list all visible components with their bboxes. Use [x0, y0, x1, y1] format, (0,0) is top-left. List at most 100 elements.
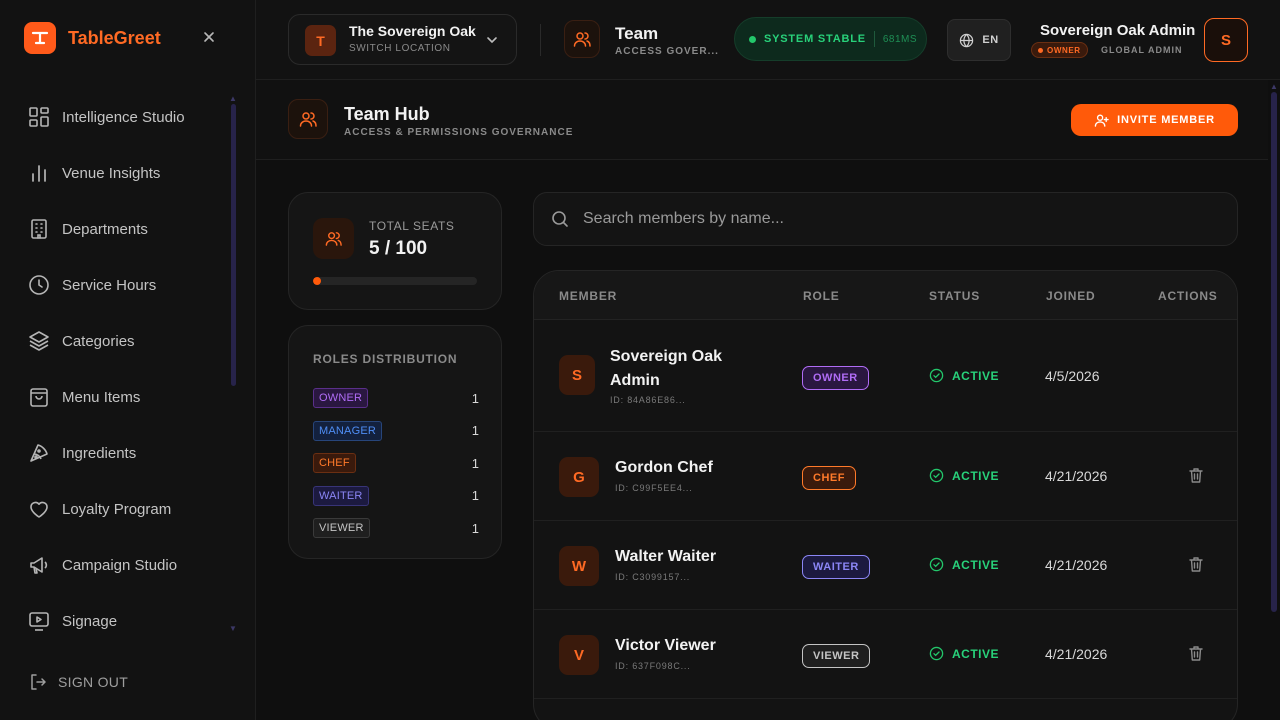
scroll-up-arrow-icon[interactable]: ▲	[229, 94, 237, 103]
sidebar-item-label: Service Hours	[62, 276, 157, 294]
topbar: T The Sovereign Oak SWITCH LOCATION Team…	[256, 0, 1280, 80]
main-scrollbar[interactable]	[1271, 92, 1277, 612]
role-tag: OWNER	[313, 388, 369, 409]
seats-progress-fill	[313, 277, 322, 285]
location-switch-label: SWITCH LOCATION	[349, 43, 451, 54]
sidebar-item-loyalty-program[interactable]: Loyalty Program	[0, 481, 232, 537]
sidebar-item-service-hours[interactable]: Service Hours	[0, 257, 232, 313]
user-plus-icon	[1094, 113, 1109, 128]
table-row[interactable]: W Walter Waiter ID: C3099157... WAITER A…	[534, 521, 1237, 610]
joined-date: 4/21/2026	[1045, 468, 1108, 484]
user-avatar[interactable]: S	[1204, 18, 1248, 62]
role-row-viewer: VIEWER 1	[313, 512, 479, 545]
sidebar-item-venue-insights[interactable]: Venue Insights	[0, 145, 232, 201]
divider	[540, 24, 541, 56]
divider	[873, 31, 875, 47]
member-id: ID: 637F098C...	[615, 661, 691, 671]
sign-out-button[interactable]: SIGN OUT	[28, 672, 128, 692]
trash-icon[interactable]	[1187, 644, 1205, 662]
location-avatar: T	[305, 25, 336, 56]
member-id: ID: 84A86E86...	[610, 395, 686, 405]
grid-icon	[28, 106, 50, 128]
invite-member-button[interactable]: INVITE MEMBER	[1071, 104, 1238, 136]
bar-chart-icon	[28, 162, 50, 184]
sidebar: TableGreet Intelligence Studio Venue Ins…	[0, 0, 256, 720]
status-dot-icon	[749, 35, 756, 43]
sidebar-item-label: Menu Items	[62, 388, 141, 406]
role-badge: VIEWER	[802, 644, 871, 668]
column-header-member: MEMBER	[559, 289, 618, 303]
sidebar-item-ingredients[interactable]: Ingredients	[0, 425, 232, 481]
joined-date: 4/21/2026	[1045, 646, 1108, 662]
sidebar-item-signage[interactable]: Signage	[0, 593, 232, 649]
total-seats-label: TOTAL SEATS	[369, 219, 455, 233]
chevron-down-icon	[485, 33, 499, 47]
role-count: 1	[471, 390, 479, 406]
table-row[interactable]: V Victor Viewer ID: 637F098C... VIEWER A…	[534, 610, 1237, 699]
member-name: Victor Viewer	[615, 637, 716, 654]
sidebar-item-menu-items[interactable]: Menu Items	[0, 369, 232, 425]
scroll-down-arrow-icon[interactable]: ▼	[229, 624, 237, 633]
sidebar-item-label: Signage	[62, 612, 118, 630]
role-badge: WAITER	[802, 555, 870, 579]
status-dot-icon	[1038, 47, 1043, 53]
app-root: TableGreet Intelligence Studio Venue Ins…	[0, 0, 1280, 720]
status-badge: ACTIVE	[929, 468, 999, 483]
column-header-role: ROLE	[803, 289, 840, 303]
joined-date: 4/21/2026	[1045, 557, 1108, 573]
role-row-waiter: WAITER 1	[313, 480, 479, 513]
context-subtitle: ACCESS GOVER...	[615, 46, 719, 57]
roles-distribution-card: ROLES DISTRIBUTION OWNER 1 MANAGER 1 CHE…	[288, 325, 502, 559]
role-row-chef: CHEF 1	[313, 447, 479, 480]
role-badge: OWNER	[802, 366, 869, 390]
sidebar-item-label: Categories	[62, 332, 135, 350]
check-circle-icon	[929, 646, 944, 661]
language-button[interactable]: EN	[947, 19, 1011, 61]
role-row-manager: MANAGER 1	[313, 415, 479, 448]
users-icon	[564, 20, 600, 58]
check-circle-icon	[929, 468, 944, 483]
member-name: Gordon Chef	[615, 459, 713, 476]
member-name-line: Admin	[610, 372, 660, 389]
check-circle-icon	[929, 368, 944, 383]
member-avatar: G	[559, 457, 599, 497]
trash-icon[interactable]	[1187, 555, 1205, 573]
status-label: ACTIVE	[952, 468, 1000, 483]
trash-icon[interactable]	[1187, 466, 1205, 484]
role-badge: CHEF	[802, 466, 856, 490]
location-switcher[interactable]: T The Sovereign Oak SWITCH LOCATION	[288, 14, 517, 65]
status-badge: ACTIVE	[929, 646, 999, 661]
brand[interactable]: TableGreet	[24, 22, 161, 54]
scroll-up-arrow-icon[interactable]: ▲	[1270, 82, 1278, 91]
users-icon	[288, 99, 328, 139]
role-tag: CHEF	[313, 453, 356, 474]
brand-name: TableGreet	[68, 27, 161, 48]
sidebar-item-categories[interactable]: Categories	[0, 313, 232, 369]
page-header: Team Hub ACCESS & PERMISSIONS GOVERNANCE…	[256, 80, 1268, 160]
member-name-line: Sovereign Oak	[610, 348, 723, 365]
column-header-status: STATUS	[929, 289, 981, 303]
globe-icon	[959, 33, 974, 48]
log-out-icon	[28, 672, 48, 692]
close-icon[interactable]	[200, 28, 218, 46]
sidebar-item-label: Campaign Studio	[62, 556, 178, 574]
role-tag: VIEWER	[313, 518, 370, 539]
layers-icon	[28, 330, 50, 352]
table-header: MEMBER ROLE STATUS JOINED ACTIONS	[534, 271, 1237, 320]
sidebar-scrollbar[interactable]	[231, 104, 236, 386]
total-seats-value: 5 / 100	[369, 238, 428, 259]
sidebar-item-departments[interactable]: Departments	[0, 201, 232, 257]
search-input[interactable]	[583, 210, 1237, 228]
sidebar-item-intelligence-studio[interactable]: Intelligence Studio	[0, 89, 232, 145]
sidebar-item-campaign-studio[interactable]: Campaign Studio	[0, 537, 232, 593]
table-row[interactable]: G Gordon Chef ID: C99F5EE4... CHEF ACTIV…	[534, 432, 1237, 521]
brand-logo-icon	[24, 22, 56, 54]
search-icon	[550, 209, 570, 229]
shopping-bag-icon	[28, 386, 50, 408]
table-row[interactable]: S Sovereign Oak Admin ID: 84A86E86... OW…	[534, 320, 1237, 432]
sidebar-nav: Intelligence Studio Venue Insights Depar…	[0, 89, 232, 649]
role-tag: MANAGER	[313, 420, 383, 441]
role-count: 1	[471, 423, 479, 439]
member-search[interactable]	[533, 192, 1238, 246]
users-icon	[313, 218, 354, 259]
